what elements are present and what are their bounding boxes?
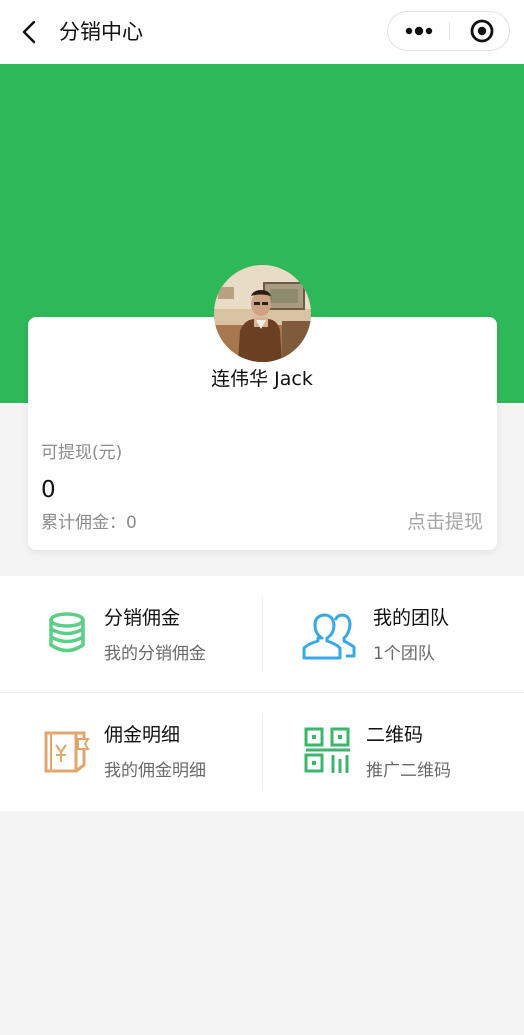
total-commission: 累计佣金：0 — [41, 513, 137, 533]
page-title: 分销中心 — [59, 20, 143, 44]
menu-tile-title: 二维码 — [366, 724, 424, 746]
menu-tile-subtitle: 推广二维码 — [366, 761, 451, 781]
withdrawable-amount: 0 — [41, 477, 56, 503]
menu-tile-commission[interactable]: 分销佣金 我的分销佣金 — [0, 576, 262, 693]
withdrawable-label: 可提现(元) — [41, 443, 123, 463]
menu-tile-subtitle: 1个团队 — [373, 644, 435, 664]
team-users-icon — [302, 613, 356, 660]
back-button[interactable] — [14, 17, 44, 47]
mini-program-capsule — [387, 11, 510, 51]
target-close-icon — [470, 19, 494, 43]
menu-tile-title: 我的团队 — [373, 607, 450, 629]
close-button[interactable] — [450, 12, 509, 50]
more-button[interactable] — [388, 12, 449, 50]
ledger-book-icon — [44, 731, 90, 773]
withdraw-link[interactable]: 点击提现 — [407, 510, 483, 534]
menu-tile-subtitle: 我的分销佣金 — [104, 644, 206, 664]
nav-bar: 分销中心 — [0, 0, 524, 64]
chevron-left-icon — [22, 20, 36, 44]
menu-tile-title: 分销佣金 — [104, 607, 181, 629]
menu-tile-qrcode[interactable]: 二维码 推广二维码 — [262, 693, 524, 810]
user-name: 连伟华 Jack — [211, 368, 313, 390]
more-dots-icon — [405, 26, 433, 36]
coins-stack-icon — [49, 612, 85, 653]
menu-tile-commission-detail[interactable]: 佣金明细 我的佣金明细 — [0, 693, 262, 810]
menu-tile-title: 佣金明细 — [104, 724, 181, 746]
qr-code-icon — [304, 727, 350, 773]
avatar-photo — [214, 265, 311, 362]
menu-tile-team[interactable]: 我的团队 1个团队 — [262, 576, 524, 693]
avatar[interactable] — [214, 265, 311, 362]
menu-grid: 分销佣金 我的分销佣金 我的团队 1个团队 佣金明细 我的佣金明细 二维码 推广… — [0, 576, 524, 811]
menu-tile-subtitle: 我的佣金明细 — [104, 761, 206, 781]
